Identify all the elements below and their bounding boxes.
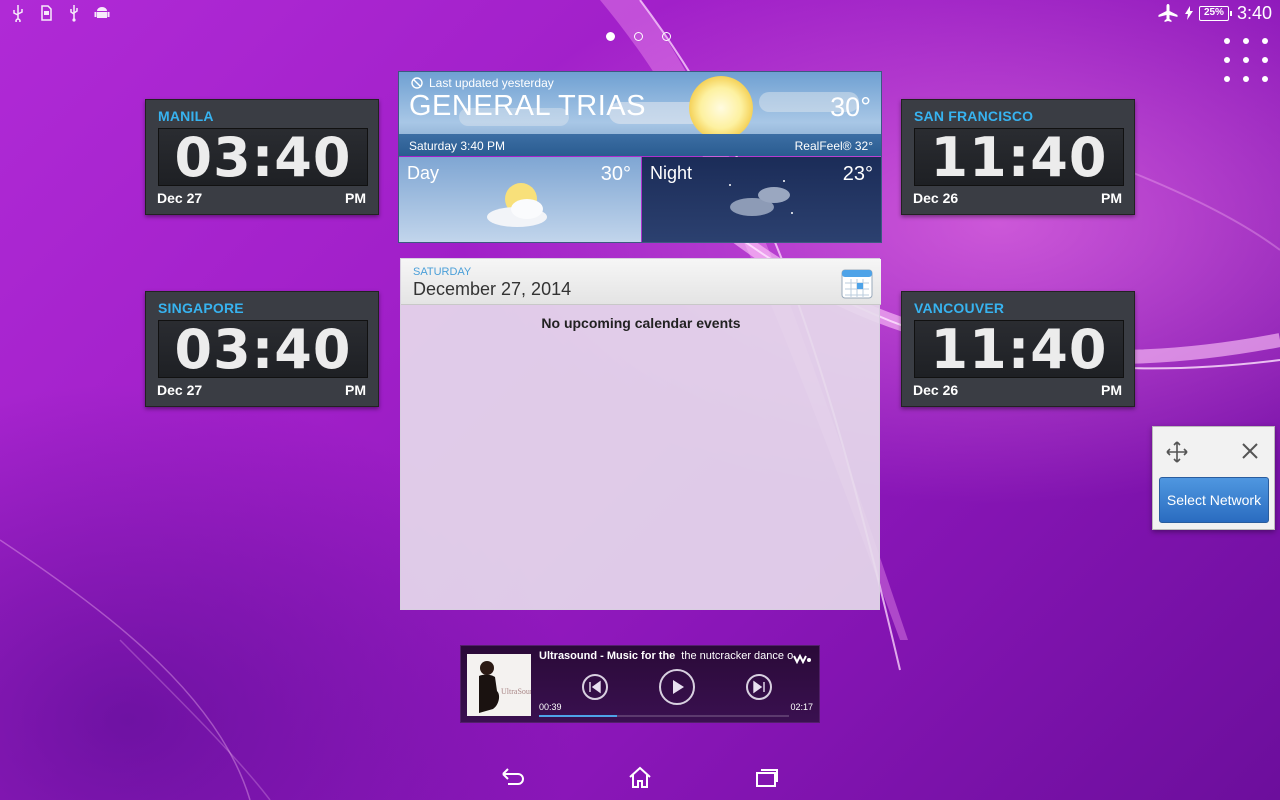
night-label: Night bbox=[650, 163, 693, 183]
clock-widget-manila[interactable]: MANILA 03:40 Dec 27 PM bbox=[145, 99, 379, 215]
weather-night: Night 23° bbox=[642, 157, 881, 242]
weather-day: Day 30° bbox=[399, 157, 641, 242]
progress-bar[interactable] bbox=[539, 715, 789, 717]
clock-time: 11:40 bbox=[930, 318, 1108, 381]
weather-current: Last updated yesterday GENERAL TRIAS 30°… bbox=[399, 72, 881, 156]
calendar-weekday: SATURDAY bbox=[413, 266, 472, 278]
back-button[interactable] bbox=[500, 766, 526, 788]
clock-widget-vancouver[interactable]: VANCOUVER 11:40 Dec 26 PM bbox=[901, 291, 1135, 407]
page-dot-1[interactable] bbox=[606, 32, 615, 41]
clock-date: Dec 27 bbox=[157, 190, 203, 206]
sd-card-icon bbox=[41, 5, 52, 21]
back-icon bbox=[502, 768, 524, 785]
clock-ampm: PM bbox=[345, 382, 366, 398]
calendar-icon[interactable] bbox=[841, 267, 873, 299]
clock-time: 03:40 bbox=[174, 126, 352, 189]
clock-widget-singapore[interactable]: SINGAPORE 03:40 Dec 27 PM bbox=[145, 291, 379, 407]
clock-city: SAN FRANCISCO bbox=[914, 108, 1034, 124]
weather-updated: Last updated yesterday bbox=[429, 76, 554, 90]
clock-time: 11:40 bbox=[930, 126, 1108, 189]
walkman-icon bbox=[793, 654, 811, 664]
sun-icon bbox=[689, 76, 753, 140]
clock-ampm: PM bbox=[1101, 382, 1122, 398]
clock-city: SINGAPORE bbox=[158, 300, 244, 316]
next-track-button[interactable] bbox=[746, 674, 772, 700]
page-dot-3[interactable] bbox=[662, 32, 671, 41]
clock-city: MANILA bbox=[158, 108, 214, 124]
status-bar: 25% 3:40 bbox=[0, 0, 1280, 26]
svg-text:UltraSound: UltraSound bbox=[501, 687, 531, 696]
select-network-window[interactable]: Select Network bbox=[1152, 426, 1275, 530]
clock-ampm: PM bbox=[1101, 190, 1122, 206]
select-network-button[interactable]: Select Network bbox=[1159, 477, 1269, 523]
app-drawer-icon[interactable] bbox=[1224, 38, 1268, 82]
calendar-date: December 27, 2014 bbox=[413, 279, 572, 299]
elapsed-time: 00:39 bbox=[539, 702, 562, 712]
usb-debug-icon bbox=[70, 5, 78, 22]
day-label: Day bbox=[407, 163, 440, 183]
play-icon bbox=[673, 680, 684, 694]
battery-icon: 25% bbox=[1198, 5, 1232, 21]
clock-date: Dec 27 bbox=[157, 382, 203, 398]
night-cloudy-icon bbox=[729, 180, 793, 216]
night-temp: 23° bbox=[842, 163, 873, 185]
no-sync-icon bbox=[411, 77, 423, 89]
page-indicator bbox=[606, 32, 671, 41]
day-temp: 30° bbox=[600, 163, 631, 185]
navigation-bar bbox=[0, 760, 1280, 800]
clock-city: VANCOUVER bbox=[914, 300, 1005, 316]
calendar-empty-text: No upcoming calendar events bbox=[541, 315, 741, 331]
clock-widget-san-francisco[interactable]: SAN FRANCISCO 11:40 Dec 26 PM bbox=[901, 99, 1135, 215]
home-button[interactable] bbox=[627, 766, 653, 788]
charging-icon bbox=[1184, 6, 1193, 20]
clock-time: 03:40 bbox=[174, 318, 352, 381]
recent-apps-icon bbox=[756, 769, 778, 787]
progress-fill bbox=[539, 715, 617, 717]
track-artist: the nutcracker dance of th bbox=[681, 650, 793, 662]
previous-icon bbox=[589, 680, 601, 694]
clock-date: Dec 26 bbox=[913, 190, 959, 206]
close-icon[interactable] bbox=[1239, 440, 1261, 462]
album-cover[interactable]: UltraSound bbox=[467, 654, 531, 716]
partly-sunny-icon bbox=[487, 183, 547, 227]
next-icon bbox=[753, 680, 765, 694]
calendar-widget[interactable]: SATURDAY December 27, 2014 No upcoming c… bbox=[400, 258, 881, 610]
usb-icon bbox=[13, 5, 23, 22]
play-button[interactable] bbox=[659, 669, 695, 705]
weather-widget[interactable]: Last updated yesterday GENERAL TRIAS 30°… bbox=[398, 71, 882, 243]
move-icon[interactable] bbox=[1165, 440, 1189, 464]
weather-temp: 30° bbox=[830, 92, 871, 122]
recent-apps-button[interactable] bbox=[754, 766, 780, 788]
track-title: Ultrasound - Music for the the nutcracker… bbox=[539, 650, 793, 662]
clock-ampm: PM bbox=[345, 190, 366, 206]
home-icon bbox=[629, 766, 651, 788]
calendar-header: SATURDAY December 27, 2014 bbox=[401, 259, 881, 305]
page-dot-2[interactable] bbox=[634, 32, 643, 41]
status-clock: 3:40 bbox=[1236, 2, 1272, 23]
weather-realfeel: RealFeel® 32° bbox=[794, 139, 873, 153]
airplane-mode-icon bbox=[1158, 4, 1178, 22]
total-time: 02:17 bbox=[790, 702, 813, 712]
weather-city: GENERAL TRIAS bbox=[409, 90, 646, 122]
previous-track-button[interactable] bbox=[582, 674, 608, 700]
clock-date: Dec 26 bbox=[913, 382, 959, 398]
weather-subtitle: Saturday 3:40 PM bbox=[409, 139, 506, 153]
album-art-icon: UltraSound bbox=[467, 654, 531, 716]
android-icon bbox=[94, 7, 110, 18]
music-widget[interactable]: UltraSound Ultrasound - Music for thethe… bbox=[460, 645, 820, 723]
